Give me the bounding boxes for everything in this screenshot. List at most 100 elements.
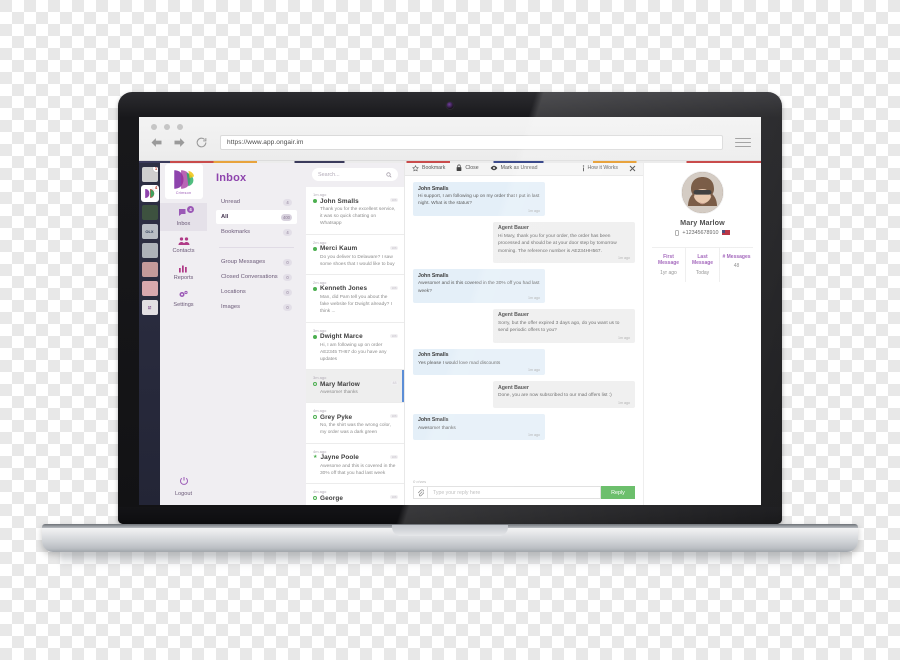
stat-label: First Message: [657, 253, 680, 267]
browser-chrome: https://www.app.ongair.im: [139, 117, 761, 161]
message-time: 1m ago: [528, 295, 540, 300]
message-text: Hi support, I am following up on my orde…: [418, 194, 540, 207]
folder-group-messages[interactable]: Group Messages 0: [216, 255, 297, 269]
message-sender: Agent Bauer: [498, 225, 529, 232]
rail-tile-red[interactable]: [141, 262, 158, 277]
list-item[interactable]: 2m ago Kenneth Jones wa Man, did Pam tel…: [306, 274, 404, 323]
message-text: Hi Mary, thank you for your order, the o…: [498, 233, 617, 254]
rail-tile-olx[interactable]: OLX: [141, 224, 158, 239]
hamburger-menu-icon[interactable]: [735, 137, 751, 148]
logout-label: Logout: [174, 491, 193, 497]
folder-closed-conversations[interactable]: Closed Conversations 0: [216, 270, 297, 284]
folder-count: 0: [283, 273, 292, 281]
messages-area: John Smalls Hi support, I am following u…: [405, 176, 643, 476]
message-sender: John Smalls: [418, 185, 449, 192]
folder-count: 400: [281, 213, 292, 221]
folder-locations[interactable]: Locations 0: [216, 285, 297, 299]
search-area: Search...: [306, 161, 404, 187]
conversation-list[interactable]: 1m ago John Smalls wa Thank you for the …: [306, 187, 404, 505]
folder-count: 0: [283, 258, 292, 266]
stat-label: Last Message: [691, 253, 714, 267]
folder-label: Images: [221, 304, 241, 310]
conversation-time: 3m ago: [313, 375, 327, 381]
conversation-snippet: Do you deliver to Delaware? I saw some s…: [320, 254, 395, 267]
message-text: Awesome! thanks: [418, 425, 456, 431]
conversation-time: 2m ago: [313, 239, 327, 245]
message-bubble-incoming: John Smalls Awesome! thanks 1m ago: [413, 413, 545, 441]
folder-all[interactable]: All 400: [216, 210, 297, 224]
folder-count: 4: [283, 228, 292, 236]
status-dot-icon: [313, 199, 317, 203]
back-arrow-icon[interactable]: [149, 135, 164, 150]
address-bar[interactable]: https://www.app.ongair.im: [220, 135, 723, 150]
conversation-name: Jayne Poole: [320, 454, 359, 462]
folder-bookmarks[interactable]: Bookmarks 4: [216, 225, 297, 239]
reply-input[interactable]: Type your reply here: [427, 486, 601, 499]
rail-tile-crimson[interactable]: 4: [141, 186, 158, 201]
window-controls[interactable]: [151, 124, 183, 130]
conversation-snippet: Man, did Pam tell you about the fake web…: [320, 294, 392, 315]
folder-count: 0: [283, 288, 292, 296]
app-switcher-rail: 1 4 OLX ☑: [139, 161, 160, 505]
conversation-time: 4m ago: [313, 408, 327, 414]
contact-stats: First Message 1yr ago Last Message Today…: [652, 246, 753, 282]
close-x-icon[interactable]: [629, 165, 636, 172]
conversation-time: 2m ago: [313, 279, 327, 285]
list-item[interactable]: 4m ago George wa: [306, 484, 404, 505]
forward-arrow-icon[interactable]: [172, 135, 187, 150]
mark-as-unread-button[interactable]: Mark as Unread: [490, 165, 538, 171]
rail-tile-check[interactable]: ☑: [141, 300, 158, 315]
conversation-time: 1m ago: [313, 192, 327, 197]
laptop-chin: [118, 507, 782, 524]
status-dot-icon: [313, 382, 317, 387]
message-sender: Agent Bauer: [498, 312, 529, 319]
search-input[interactable]: Search...: [312, 168, 398, 181]
conversation-name: George: [320, 494, 343, 502]
brand-logo[interactable]: Crimson: [164, 164, 203, 199]
folder-label: Group Messages: [221, 259, 266, 265]
reply-button[interactable]: Reply: [601, 486, 635, 499]
list-item[interactable]: 2m ago Merci Kaum wa Do you deliver to D…: [306, 234, 404, 275]
conversation-name: John Smalls: [320, 197, 359, 205]
message-text: Sorry, but the offer expired 3 days ago,…: [498, 320, 620, 334]
how-it-works-button[interactable]: How it Works: [582, 164, 618, 172]
close-conversation-button[interactable]: Close: [456, 164, 479, 172]
stat-first-message: First Message 1yr ago: [652, 247, 686, 282]
sidebar-item-settings[interactable]: Settings: [160, 285, 207, 312]
conversation-list-panel: Search... 1m ago John Smalls wa Thank yo…: [306, 161, 405, 505]
application-window: 1 4 OLX ☑ Crimson 4 Inbox Contacts Repor…: [139, 161, 761, 505]
rail-tile-music[interactable]: [141, 243, 158, 258]
rail-tile-pink[interactable]: [141, 281, 158, 296]
user-avatar-photo: [682, 172, 723, 213]
message-time: 1m ago: [528, 208, 540, 213]
list-item[interactable]: 1m ago John Smalls wa Thank you for the …: [306, 187, 404, 235]
stat-value: 1yr ago: [660, 270, 677, 276]
conversation-thread: Bookmark Close Mark as Unread How it Wor…: [405, 161, 643, 505]
rail-badge: 1: [152, 167, 158, 172]
sidebar-item-contacts[interactable]: Contacts: [160, 231, 207, 258]
message-sender: John Smalls: [418, 352, 449, 359]
reload-icon[interactable]: [195, 136, 208, 149]
laptop-mockup: https://www.app.ongair.im 1 4 OLX ☑ Crim…: [0, 0, 900, 660]
status-dot-icon: [313, 334, 317, 339]
sidebar-item-inbox[interactable]: 4 Inbox: [160, 203, 207, 231]
folder-images[interactable]: Images 0: [216, 300, 297, 314]
list-item[interactable]: 4m ago Grey Pyke wa No, the shirt was th…: [306, 403, 404, 444]
rail-tile-olx-red[interactable]: 1: [141, 167, 158, 182]
list-item-selected[interactable]: 3m ago Mary Marlow 48 Awesome! thanks: [306, 370, 404, 404]
paperclip-icon: [417, 488, 424, 496]
list-item[interactable]: 4m ago ★ Jayne Poole wa Awesome and this…: [306, 443, 404, 484]
attach-button[interactable]: [413, 486, 427, 499]
status-dot-icon: [313, 496, 317, 500]
bookmark-button[interactable]: Bookmark: [412, 164, 445, 172]
conversation-name: Mary Marlow: [320, 380, 360, 388]
message-sender: John Smalls: [418, 417, 449, 424]
eye-icon: [490, 165, 497, 171]
folder-unread[interactable]: Unread 4: [216, 195, 297, 209]
list-item[interactable]: 3m ago Dwight Marce wa Hi, I am followin…: [306, 322, 404, 371]
logout-button[interactable]: Logout: [160, 473, 207, 497]
sidebar-item-reports[interactable]: Reports: [160, 258, 207, 285]
channel-tag: 48: [391, 381, 398, 386]
message-bubble-outgoing: Agent Bauer Hi Mary, thank you for your …: [493, 221, 635, 264]
rail-tile-green[interactable]: [141, 205, 158, 220]
